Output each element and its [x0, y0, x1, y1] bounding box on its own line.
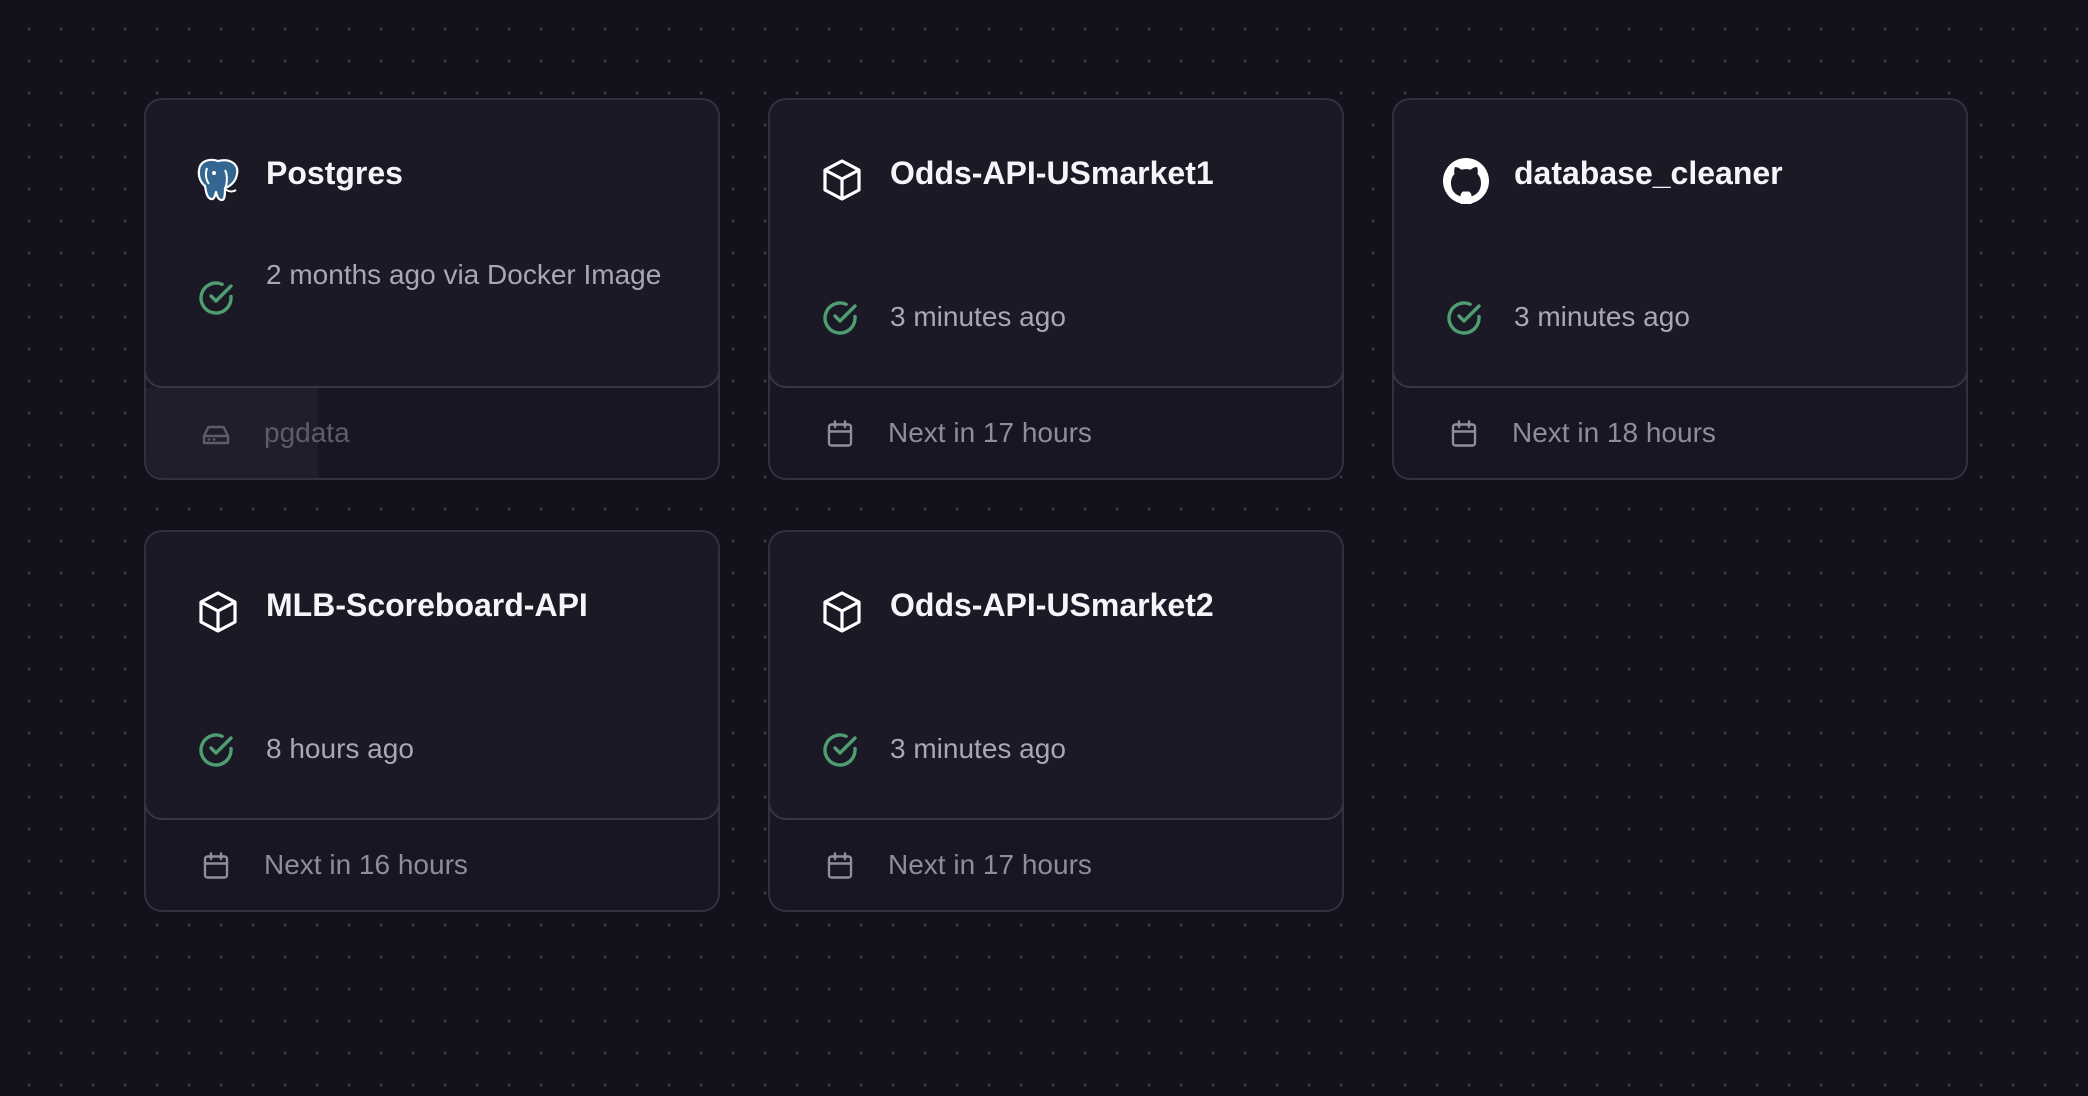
volume-row[interactable]: pgdata: [146, 388, 718, 478]
service-card-postgres[interactable]: Postgres 2 months ago via Docker Image p…: [144, 98, 720, 480]
service-card-odds-api-usmarket1[interactable]: Odds-API-USmarket1 3 minutes ago Next in…: [768, 98, 1344, 480]
schedule-row: Next in 16 hours: [146, 820, 718, 910]
calendar-icon: [203, 852, 229, 879]
service-name: Postgres: [266, 155, 403, 191]
service-card-header[interactable]: MLB-Scoreboard-API 8 hours ago: [146, 532, 718, 820]
service-card-mlb-scoreboard-api[interactable]: MLB-Scoreboard-API 8 hours ago Next in 1…: [144, 530, 720, 912]
calendar-icon: [1451, 420, 1477, 447]
deploy-status-text: 3 minutes ago: [890, 733, 1066, 764]
next-run-text: Next in 18 hours: [1512, 417, 1716, 448]
service-card-header[interactable]: Odds-API-USmarket1 3 minutes ago: [770, 100, 1342, 388]
check-circle-icon: [1447, 301, 1481, 335]
check-circle-icon: [823, 301, 857, 335]
postgres-elephant-icon: [194, 156, 242, 204]
cube-icon: [823, 591, 861, 633]
check-circle-icon: [199, 281, 233, 315]
cube-icon: [199, 591, 237, 633]
check-circle-icon: [199, 733, 233, 767]
calendar-icon: [827, 420, 853, 447]
cube-icon: [823, 159, 861, 201]
service-card-database-cleaner[interactable]: database_cleaner 3 minutes ago Next in 1…: [1392, 98, 1968, 480]
next-run-text: Next in 17 hours: [888, 849, 1092, 880]
volume-name: pgdata: [264, 417, 350, 448]
schedule-row: Next in 17 hours: [770, 820, 1342, 910]
service-card-odds-api-usmarket2[interactable]: Odds-API-USmarket2 3 minutes ago Next in…: [768, 530, 1344, 912]
next-run-text: Next in 16 hours: [264, 849, 468, 880]
service-name: Odds-API-USmarket1: [890, 155, 1214, 191]
deploy-status-text: 3 minutes ago: [890, 301, 1066, 332]
service-name: MLB-Scoreboard-API: [266, 587, 588, 623]
service-name: database_cleaner: [1514, 155, 1783, 191]
check-circle-icon: [823, 733, 857, 767]
hard-drive-icon: [202, 425, 230, 445]
github-icon: [1443, 158, 1489, 204]
service-card-header[interactable]: database_cleaner 3 minutes ago: [1394, 100, 1966, 388]
service-name: Odds-API-USmarket2: [890, 587, 1214, 623]
deploy-status-text: 3 minutes ago: [1514, 301, 1690, 332]
service-card-header[interactable]: Odds-API-USmarket2 3 minutes ago: [770, 532, 1342, 820]
service-card-header[interactable]: Postgres 2 months ago via Docker Image: [146, 100, 718, 388]
schedule-row: Next in 18 hours: [1394, 388, 1966, 478]
calendar-icon: [827, 852, 853, 879]
deploy-status-text: 8 hours ago: [266, 733, 414, 764]
next-run-text: Next in 17 hours: [888, 417, 1092, 448]
deploy-status-text: 2 months ago via Docker Image: [266, 259, 662, 290]
schedule-row: Next in 17 hours: [770, 388, 1342, 478]
